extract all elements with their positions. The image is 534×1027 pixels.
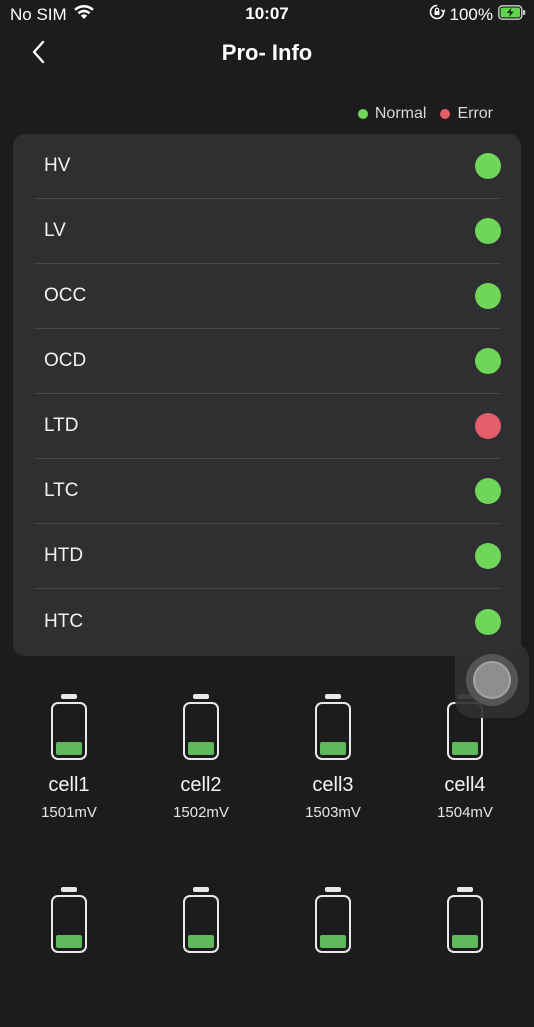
cell-voltage: 1502mV [173, 804, 229, 821]
cell-card [273, 887, 393, 1027]
battery-level [320, 742, 346, 755]
protection-row-lv[interactable]: LV [34, 199, 501, 264]
protection-list: HV LV OCC OCD LTD LTC HTD HTC [13, 134, 521, 656]
protection-label: LV [44, 220, 66, 241]
battery-icon [447, 887, 483, 953]
battery-level [452, 935, 478, 948]
status-indicator [475, 543, 501, 569]
protection-label: LTC [44, 480, 79, 501]
battery-level [320, 935, 346, 948]
battery-icon [183, 694, 219, 760]
cell-voltage: 1501mV [41, 804, 97, 821]
status-indicator [475, 153, 501, 179]
status-legend: Normal Error [357, 105, 493, 123]
battery-charging-icon [498, 4, 526, 25]
cell-card [405, 887, 525, 1027]
protection-row-occ[interactable]: OCC [34, 264, 501, 329]
assistive-touch-icon [466, 654, 518, 706]
cell-voltage: 1503mV [305, 804, 361, 821]
protection-label: HV [44, 155, 71, 176]
cell-name: cell1 [48, 774, 90, 796]
cell-card [9, 887, 129, 1027]
cell-card: cell2 1502mV [141, 694, 261, 834]
cell-card [141, 887, 261, 1027]
battery-level [188, 742, 214, 755]
status-indicator [475, 478, 501, 504]
cell-name: cell3 [312, 774, 354, 796]
protection-label: HTD [44, 545, 84, 566]
protection-row-htc[interactable]: HTC [34, 589, 501, 654]
protection-label: OCD [44, 350, 87, 371]
protection-label: HTC [44, 610, 84, 632]
protection-label: LTD [44, 415, 79, 436]
battery-icon [315, 887, 351, 953]
battery-level [452, 742, 478, 755]
status-indicator [475, 218, 501, 244]
protection-label: OCC [44, 285, 87, 306]
status-indicator [475, 413, 501, 439]
orientation-lock-icon [429, 4, 446, 25]
legend-normal-dot [357, 109, 368, 119]
battery-level [188, 935, 214, 948]
cell-name: cell2 [180, 774, 222, 796]
cell-name: cell4 [444, 774, 486, 796]
protection-row-htd[interactable]: HTD [34, 524, 501, 589]
battery-level [56, 742, 82, 755]
protection-row-ocd[interactable]: OCD [34, 329, 501, 394]
battery-icon [51, 887, 87, 953]
assistive-touch-button[interactable] [455, 642, 529, 718]
legend-error-label: Error [457, 105, 493, 122]
status-indicator [475, 608, 501, 635]
battery-icon [183, 887, 219, 953]
legend-error-dot [440, 109, 451, 119]
battery-level [56, 935, 82, 948]
legend-normal-label: Normal [374, 105, 427, 122]
page-title: Pro- Info [221, 40, 313, 65]
status-right: 100% [429, 4, 526, 25]
status-indicator [475, 348, 501, 374]
protection-row-hv[interactable]: HV [34, 134, 501, 199]
legend-error: Error [440, 105, 493, 123]
battery-icon [51, 694, 87, 760]
protection-row-ltd[interactable]: LTD [34, 394, 501, 459]
protection-row-ltc[interactable]: LTC [34, 459, 501, 524]
status-indicator [475, 283, 501, 309]
battery-percent: 100% [449, 4, 493, 24]
cell-card: cell1 1501mV [9, 694, 129, 834]
legend-normal: Normal [357, 105, 427, 123]
cell-voltage: 1504mV [437, 804, 493, 821]
status-bar: No SIM 10:07 100% [0, 0, 534, 30]
cell-card: cell3 1503mV [273, 694, 393, 834]
battery-icon [315, 694, 351, 760]
